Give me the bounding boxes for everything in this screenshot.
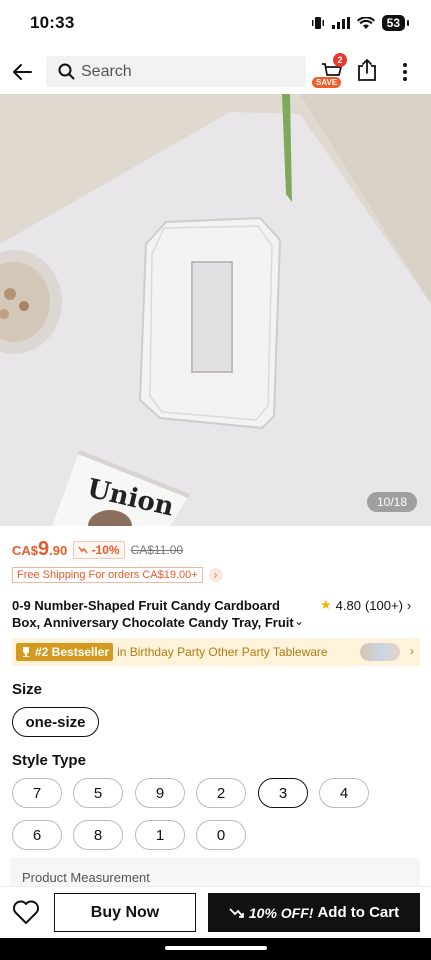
original-price: CA$11.00: [130, 542, 184, 557]
trophy-icon: [23, 647, 29, 657]
search-icon: [58, 63, 75, 80]
size-label: Size: [12, 681, 43, 698]
price-row: CA$ 9 .90 -10% CA$11.00: [12, 538, 183, 561]
measurement-label: Product Measurement: [22, 870, 150, 885]
trend-down-icon: [229, 907, 244, 918]
image-counter: 10/18: [366, 492, 417, 512]
product-measurement-panel[interactable]: Product Measurement: [10, 858, 420, 888]
title-row: 0-9 Number-Shaped Fruit Candy Cardboard …: [12, 597, 420, 631]
wishlist-button[interactable]: [12, 899, 40, 927]
cart-count-badge: 2: [333, 53, 347, 67]
home-indicator[interactable]: [165, 946, 267, 950]
free-shipping-tag: Free Shipping For orders CA$19.00+: [12, 567, 203, 583]
more-dot-icon: [403, 70, 407, 74]
wifi-icon: [356, 16, 375, 29]
bestseller-rank: #2 Bestseller: [35, 645, 110, 659]
back-button[interactable]: [0, 50, 44, 94]
chevron-right-icon: ›: [410, 644, 414, 658]
status-icons: 53: [311, 15, 410, 31]
system-nav-area: [0, 938, 431, 960]
buy-now-button[interactable]: Buy Now: [54, 893, 196, 932]
add-to-cart-button[interactable]: 10% OFF! Add to Cart: [208, 893, 420, 932]
vibrate-icon: [311, 17, 324, 29]
price-currency: CA$: [12, 543, 39, 558]
style-option[interactable]: 9: [135, 778, 185, 808]
bestseller-banner[interactable]: #2 Bestseller in Birthday Party Other Pa…: [12, 638, 420, 666]
bestseller-thumbnails: [360, 643, 400, 661]
trend-down-icon: [78, 546, 88, 553]
review-count: (100+): [364, 597, 403, 613]
style-type-label: Style Type: [12, 752, 86, 769]
style-option[interactable]: 2: [196, 778, 246, 808]
status-time: 10:33: [30, 13, 75, 32]
bestseller-category: in Birthday Party Other Party Tableware: [117, 645, 328, 659]
style-option[interactable]: 1: [135, 820, 185, 850]
discount-badge: -10%: [73, 540, 125, 559]
discount-value: -10%: [91, 542, 120, 557]
chevron-down-icon[interactable]: ⌄: [294, 614, 304, 628]
product-image-gallery[interactable]: Union 10/18: [0, 94, 431, 526]
share-icon: [358, 59, 376, 81]
more-dot-icon: [403, 77, 407, 81]
share-button[interactable]: [356, 58, 382, 86]
back-arrow-icon: [13, 64, 32, 80]
search-input[interactable]: Search: [46, 56, 306, 87]
more-options-button[interactable]: [394, 58, 416, 86]
signal-icon: [331, 17, 350, 29]
rating-value: 4.80: [335, 597, 361, 613]
top-nav: Search 2 SAVE: [0, 50, 431, 94]
add-to-cart-label: Add to Cart: [317, 904, 400, 921]
bottom-action-bar: Buy Now 10% OFF! Add to Cart: [0, 886, 431, 938]
style-option-selected[interactable]: 3: [258, 778, 308, 808]
add-to-cart-discount: 10% OFF!: [248, 904, 314, 921]
search-placeholder: Search: [81, 62, 132, 80]
save-tag: SAVE: [312, 77, 342, 88]
shipping-row[interactable]: Free Shipping For orders CA$19.00+ ›: [12, 567, 223, 583]
product-title[interactable]: 0-9 Number-Shaped Fruit Candy Cardboard …: [12, 597, 307, 631]
heart-icon: [13, 900, 39, 924]
style-option[interactable]: 8: [73, 820, 123, 850]
size-option-one-size[interactable]: one-size: [12, 707, 99, 737]
bestseller-badge: #2 Bestseller: [16, 643, 114, 661]
style-option[interactable]: 0: [196, 820, 246, 850]
more-dot-icon: [403, 63, 407, 67]
product-photo: Union: [0, 94, 431, 526]
style-option[interactable]: 5: [73, 778, 123, 808]
style-option[interactable]: 6: [12, 820, 62, 850]
chevron-right-icon: ›: [208, 568, 223, 582]
status-bar: 10:33 53: [0, 0, 431, 46]
chevron-right-icon: ›: [406, 597, 412, 613]
style-option[interactable]: 7: [12, 778, 62, 808]
style-option[interactable]: 4: [319, 778, 369, 808]
battery-indicator: 53: [381, 15, 410, 31]
price-main: 9: [38, 538, 50, 560]
rating-summary[interactable]: ★ 4.80 (100+) ›: [320, 597, 411, 613]
star-icon: ★: [320, 597, 332, 612]
price-cents: .90: [49, 543, 68, 558]
